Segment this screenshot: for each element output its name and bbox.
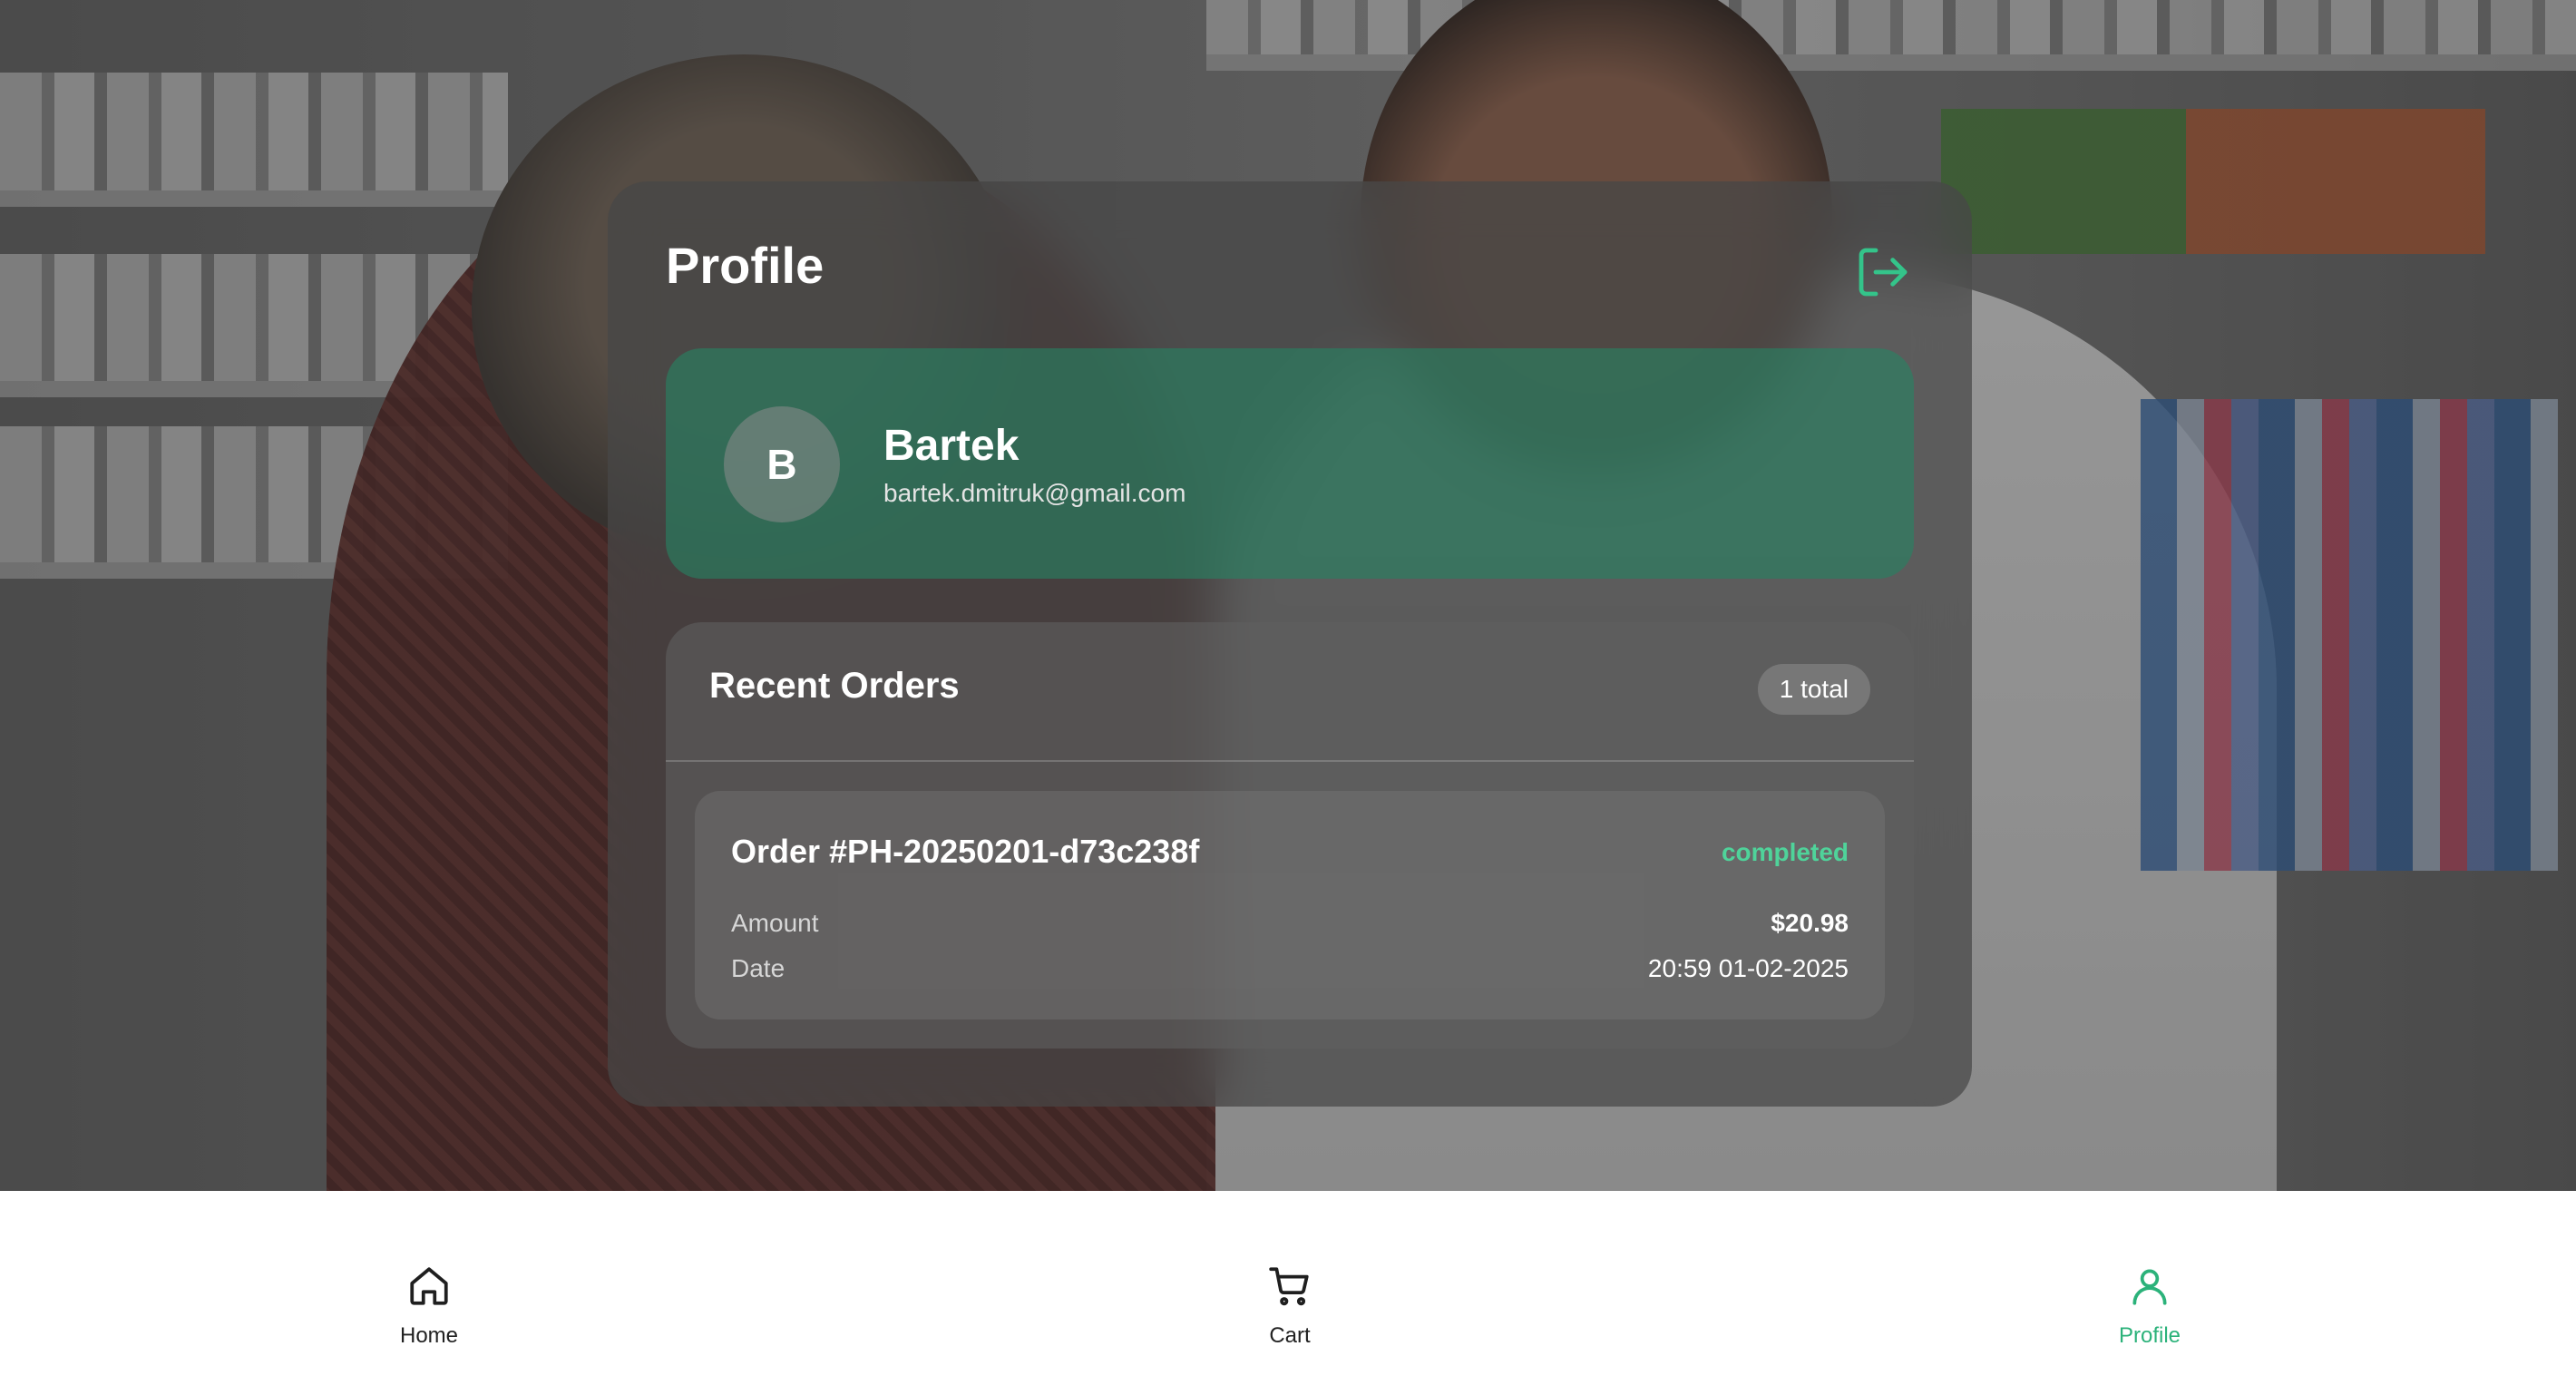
order-amount-label: Amount bbox=[731, 909, 819, 937]
nav-item-home[interactable]: Home bbox=[329, 1263, 529, 1363]
nav-label-profile: Profile bbox=[2118, 1323, 2181, 1348]
recent-orders-card: Recent Orders 1 total Order #PH-20250201… bbox=[666, 622, 1914, 1049]
user-icon bbox=[2132, 1269, 2167, 1305]
order-status-badge: completed bbox=[1721, 838, 1849, 866]
logout-button[interactable] bbox=[1854, 243, 1912, 301]
avatar: B bbox=[724, 406, 840, 522]
home-icon bbox=[410, 1267, 448, 1305]
user-email: bartek.dmitruk@gmail.com bbox=[883, 479, 1186, 507]
recent-orders-title: Recent Orders bbox=[709, 666, 960, 706]
user-card: B Bartek bartek.dmitruk@gmail.com bbox=[666, 348, 1914, 579]
order-date-value: 20:59 01-02-2025 bbox=[1647, 954, 1849, 982]
nav-item-profile[interactable]: Profile bbox=[2050, 1263, 2249, 1363]
order-amount-value: $20.98 bbox=[1771, 909, 1849, 937]
divider bbox=[666, 760, 1914, 762]
logout-icon bbox=[1859, 248, 1908, 297]
order-id: Order #PH-20250201-d73c238f bbox=[731, 833, 1200, 870]
app-viewport: Profile B Bartek bartek.dmitruk@gmail.co… bbox=[0, 0, 2576, 1395]
orders-count-badge: 1 total bbox=[1757, 664, 1870, 715]
nav-label-home: Home bbox=[399, 1323, 459, 1348]
bottom-navigation: Home Cart Profile bbox=[0, 1191, 2576, 1395]
nav-label-cart: Cart bbox=[1269, 1323, 1311, 1348]
order-date-label: Date bbox=[731, 954, 785, 982]
profile-panel: Profile B Bartek bartek.dmitruk@gmail.co… bbox=[608, 181, 1972, 1107]
page-title: Profile bbox=[666, 237, 825, 294]
user-name: Bartek bbox=[883, 422, 1020, 470]
cart-icon bbox=[1269, 1267, 1309, 1306]
order-item[interactable]: Order #PH-20250201-d73c238f completed Am… bbox=[695, 791, 1885, 1019]
nav-item-cart[interactable]: Cart bbox=[1190, 1263, 1390, 1363]
